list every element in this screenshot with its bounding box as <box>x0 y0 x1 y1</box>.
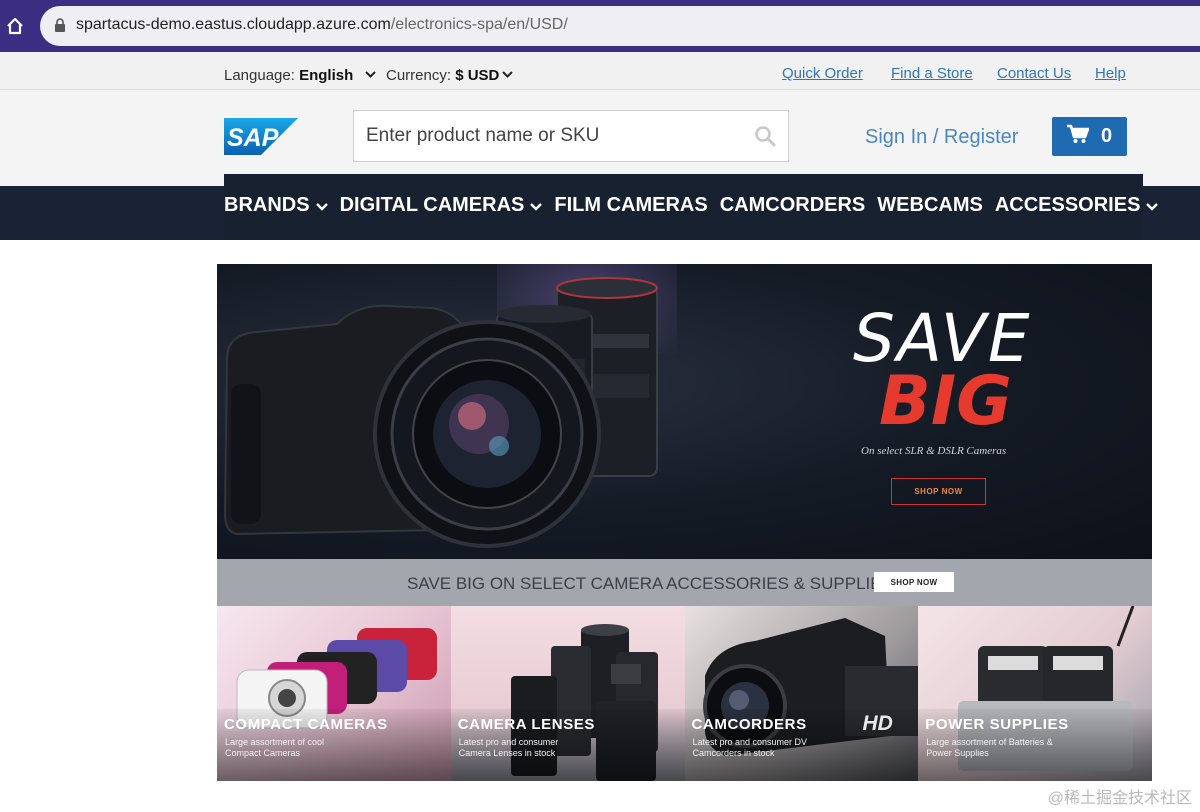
search-icon[interactable] <box>754 125 776 152</box>
chevron-down-icon <box>1146 194 1159 217</box>
nav-item-label: BRANDS <box>224 194 310 216</box>
nav-list: BRANDS DIGITAL CAMERAS FILM CAMERAS CAMC… <box>224 194 1170 217</box>
category-tile-power-supplies[interactable]: POWER SUPPLIES Large assortment of Batte… <box>918 606 1152 781</box>
chevron-down-icon <box>315 194 328 217</box>
nav-item-accessories[interactable]: ACCESSORIES <box>995 194 1159 217</box>
tile-description: Latest pro and consumer Camera Lenses in… <box>458 737 559 758</box>
currency-label: Currency: <box>386 67 452 84</box>
hero-banner[interactable]: SAVE BIG On select SLR & DSLR Cameras SH… <box>217 264 1152 559</box>
nav-item-brands[interactable]: BRANDS <box>224 194 328 217</box>
nav-item-webcams[interactable]: WEBCAMS <box>877 194 983 217</box>
chevron-down-icon <box>365 65 377 82</box>
hero-shop-now-button[interactable]: SHOP NOW <box>891 478 986 505</box>
category-tile-camcorders[interactable]: HD CAMCORDERS Latest pro and consumer DV… <box>684 606 919 781</box>
url-path: /electronics-spa/en/USD/ <box>390 16 568 33</box>
hd-badge: HD <box>862 712 893 735</box>
promo-text: SAVE BIG ON SELECT CAMERA ACCESSORIES & … <box>407 574 893 593</box>
nav-item-label: CAMCORDERS <box>719 194 866 216</box>
nav-item-film-cameras[interactable]: FILM CAMERAS <box>554 194 707 217</box>
search-box <box>353 110 789 162</box>
promo-strip: SAVE BIG ON SELECT CAMERA ACCESSORIES & … <box>217 559 1152 606</box>
site-header: SAP Sign In / Register 0 <box>0 90 1200 186</box>
language-value: English <box>299 67 354 84</box>
contact-us-link[interactable]: Contact Us <box>997 65 1071 82</box>
cart-icon <box>1066 124 1090 150</box>
language-label: Language: <box>224 67 295 84</box>
sap-logo-text: SAP <box>227 124 279 152</box>
nav-item-label: FILM CAMERAS <box>554 194 708 216</box>
search-input[interactable] <box>354 111 734 161</box>
utility-bar: Language: English Currency: $ USD Quick … <box>0 52 1200 90</box>
camera-lenses-illustration <box>223 277 658 548</box>
nav-item-camcorders[interactable]: CAMCORDERS <box>720 194 866 217</box>
tile-description: Large assortment of cool Compact Cameras <box>225 737 325 758</box>
chevron-down-icon <box>502 65 514 82</box>
quick-order-link[interactable]: Quick Order <box>782 65 863 82</box>
find-a-store-link[interactable]: Find a Store <box>891 65 973 82</box>
cart-button[interactable]: 0 <box>1052 117 1127 156</box>
tile-description: Large assortment of Batteries & Power Su… <box>926 737 1053 758</box>
nav-item-label: ACCESSORIES <box>994 194 1141 216</box>
chevron-down-icon <box>530 194 543 217</box>
nav-item-digital-cameras[interactable]: DIGITAL CAMERAS <box>340 194 543 217</box>
hero-headline-big: BIG <box>879 362 1012 441</box>
tile-title: POWER SUPPLIES <box>925 716 1069 733</box>
sap-logo[interactable]: SAP <box>224 118 298 160</box>
nav-item-label: WEBCAMS <box>877 194 983 216</box>
url-field[interactable]: spartacus-demo.eastus.cloudapp.azure.com… <box>40 6 1200 46</box>
category-tiles: COMPACT CAMERAS Large assortment of cool… <box>217 606 1152 781</box>
lock-icon <box>54 18 66 38</box>
hero-subtitle: On select SLR & DSLR Cameras <box>861 445 1007 457</box>
nav-item-label: DIGITAL CAMERAS <box>339 194 525 216</box>
home-icon[interactable] <box>2 13 28 39</box>
sign-in-register-link[interactable]: Sign In / Register <box>865 126 1018 149</box>
url-text: spartacus-demo.eastus.cloudapp.azure.com… <box>76 16 568 34</box>
watermark: @稀土掘金技术社区 <box>1047 790 1192 807</box>
main-nav: BRANDS DIGITAL CAMERAS FILM CAMERAS CAMC… <box>224 174 1159 240</box>
tile-title: CAMERA LENSES <box>457 716 596 733</box>
url-host: spartacus-demo.eastus.cloudapp.azure.com <box>76 16 391 33</box>
tile-title: CAMCORDERS <box>691 716 807 733</box>
tile-description: Latest pro and consumer DV Camcorders in… <box>692 737 808 758</box>
language-selector[interactable]: Language: English <box>224 65 377 84</box>
category-tile-compact-cameras[interactable]: COMPACT CAMERAS Large assortment of cool… <box>217 606 451 781</box>
cart-count: 0 <box>1100 125 1113 147</box>
currency-value: $ USD <box>455 67 500 84</box>
help-link[interactable]: Help <box>1095 65 1126 82</box>
currency-selector[interactable]: Currency: $ USD <box>386 65 514 84</box>
promo-shop-now-button[interactable]: SHOP NOW <box>874 572 954 592</box>
tile-title: COMPACT CAMERAS <box>224 716 388 733</box>
browser-address-bar: spartacus-demo.eastus.cloudapp.azure.com… <box>0 0 1200 52</box>
category-tile-camera-lenses[interactable]: CAMERA LENSES Latest pro and consumer Ca… <box>450 606 685 781</box>
